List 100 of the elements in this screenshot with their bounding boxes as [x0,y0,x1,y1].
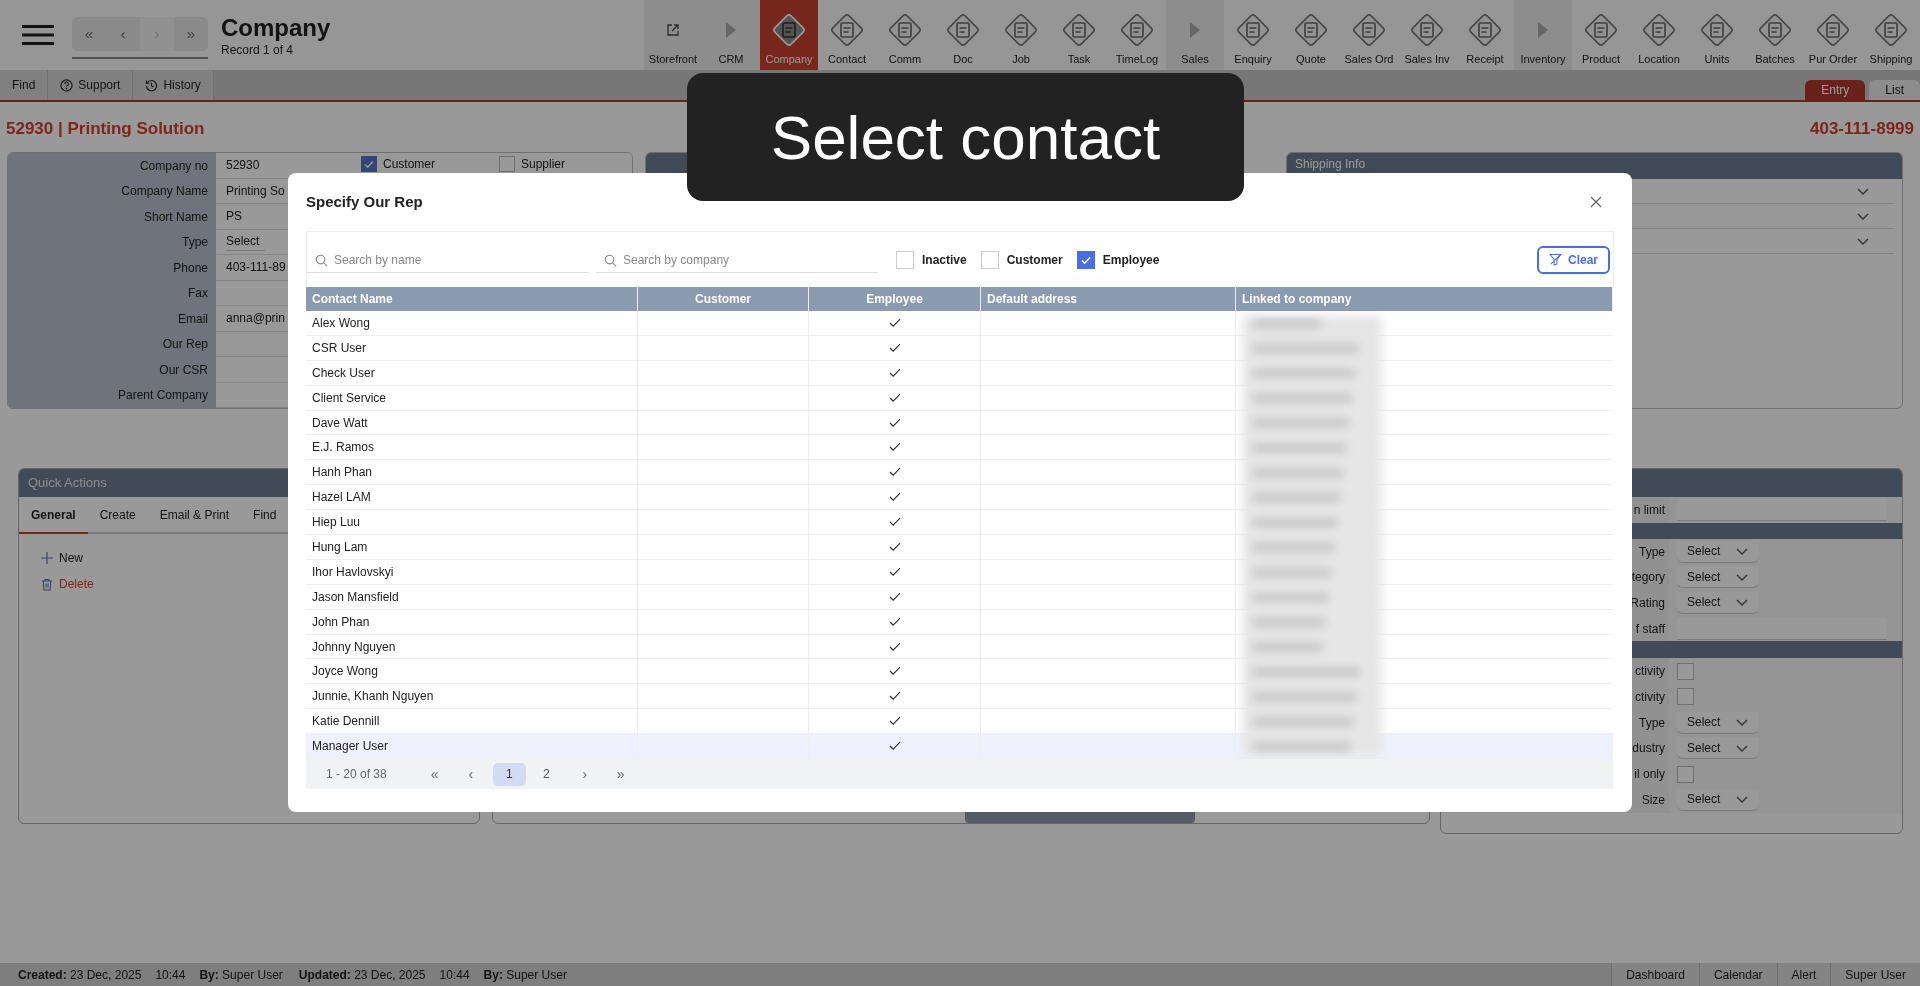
footer-button[interactable]: Dashboard [1611,963,1699,986]
footer-meta: 10:44 [155,966,186,984]
clear-button[interactable]: Clear [1537,245,1610,274]
hint-text: Select contact [770,101,1161,174]
filter-off-icon [1549,253,1562,266]
tab[interactable]: Email & Print [147,497,242,534]
module-tab[interactable]: Storefront [644,0,702,70]
previous-page-button[interactable]: ‹ [452,763,489,785]
field-label: Company no [8,153,216,179]
checkbox-label: Supplier [521,158,566,170]
field-value: 403-111-89 [226,259,286,277]
pagination-summary: 1 - 20 of 38 [326,766,387,784]
field-value: anna@prin [226,310,285,328]
module-tab[interactable]: Sales [1166,0,1224,70]
record-title: 52930 | Printing Solution [6,118,205,141]
record-phone: 403-111-8999 [1810,118,1914,141]
select-dropdown[interactable]: Select [1677,540,1759,563]
trash-icon [41,577,53,591]
checkbox[interactable] [896,250,914,269]
table-cell: Client Service [306,385,638,411]
select-dropdown[interactable]: Select [1677,711,1759,734]
view-tab[interactable]: Entry [1805,80,1866,100]
select-dropdown[interactable]: Select [1677,566,1759,589]
checkbox-label: Customer [1006,251,1063,269]
checkbox-label: Employee [1102,251,1160,269]
help-icon [60,78,74,92]
module-tab[interactable]: Company [760,0,818,70]
toolbar-button[interactable]: Support [48,70,134,100]
field-label: Phone [8,255,216,281]
checkbox[interactable] [1677,765,1694,783]
tab[interactable]: Find [241,497,289,534]
checkmark-icon [363,158,375,170]
first-page-button[interactable]: « [416,763,453,785]
table-row[interactable]: Alex Wong [306,311,1613,336]
tab[interactable]: General [19,497,88,534]
checkbox-label: Customer [383,158,435,170]
table-row[interactable]: Hung Lam [306,535,1613,560]
module-tab[interactable]: Inventory [1514,0,1572,70]
panel-title: Shipping Info [1295,156,1366,173]
triangle-icon [1190,22,1200,38]
footer-button[interactable]: Super User [1830,963,1920,986]
field-label: Short Name [8,204,216,230]
checkbox[interactable] [1677,662,1694,680]
search-icon [604,253,617,267]
checkbox[interactable] [1076,250,1095,269]
tab[interactable]: Create [87,497,148,534]
select-dropdown[interactable]: Select [1677,591,1759,614]
record-counter: Record 1 of 4 [221,42,295,58]
toolbar-button[interactable]: Find [0,70,49,100]
search-field[interactable]: Search by name [307,247,589,273]
search-icon [315,253,328,267]
select-dropdown[interactable]: Select [1677,737,1759,760]
history-icon [145,78,159,92]
next-page-button[interactable]: › [566,763,603,785]
footer-meta: By: Super User [483,966,567,984]
footer-meta: By: Super User [199,966,283,984]
field-label: Parent Company [8,382,216,408]
field-label: Email [8,306,216,332]
page-button[interactable]: 2 [529,762,563,786]
menu-icon[interactable] [22,24,54,46]
page-button[interactable]: 1 [492,762,526,786]
table-row[interactable]: Manager User [306,734,1613,760]
checkbox[interactable] [980,250,999,269]
table-cell: John Phan [306,609,638,635]
checkbox[interactable] [499,156,515,172]
table-cell: Alex Wong [306,311,638,336]
field-label: Our Rep [8,331,216,357]
search-field[interactable]: Search by company [596,247,878,273]
table-cell: Ihor Havlovskyi [306,559,638,585]
table-cell: Check User [306,360,638,386]
table-cell: CSR User [306,335,638,361]
footer-button[interactable]: Alert [1776,963,1831,986]
panel-title: Quick Actions [28,474,107,493]
input-field[interactable] [1677,498,1887,521]
toolbar-button[interactable]: History [133,70,214,100]
field-value: Printing So [226,182,285,200]
module-tab[interactable]: CRM [702,0,760,70]
triangle-icon [1538,22,1548,38]
dialog-title: Specify Our Rep [306,191,423,212]
table-cell: Hung Lam [306,535,638,560]
select-dropdown[interactable]: Select [226,232,266,252]
field-value: PS [226,208,242,226]
footer-meta: Updated: 23 Dec, 2025 [298,966,426,984]
input-field[interactable] [1677,617,1887,640]
plus-icon [41,552,53,564]
select-dropdown[interactable]: Select [1677,788,1759,811]
table-cell: Jason Mansfield [306,584,638,610]
view-tab[interactable]: List [1869,80,1920,100]
checkbox[interactable] [361,156,377,172]
last-page-button[interactable]: » [602,763,639,785]
external-link-icon [666,23,680,37]
footer-meta: Created: 23 Dec, 2025 [18,966,142,984]
triangle-icon [726,22,736,38]
checkbox-label: Inactive [922,251,967,269]
footer-meta: 10:44 [439,966,470,984]
field-label: Company Name [8,178,216,204]
close-icon[interactable] [1590,196,1602,208]
checkbox[interactable] [1677,688,1694,706]
footer-button[interactable]: Calendar [1698,963,1777,986]
field-label: Our CSR [8,357,216,383]
